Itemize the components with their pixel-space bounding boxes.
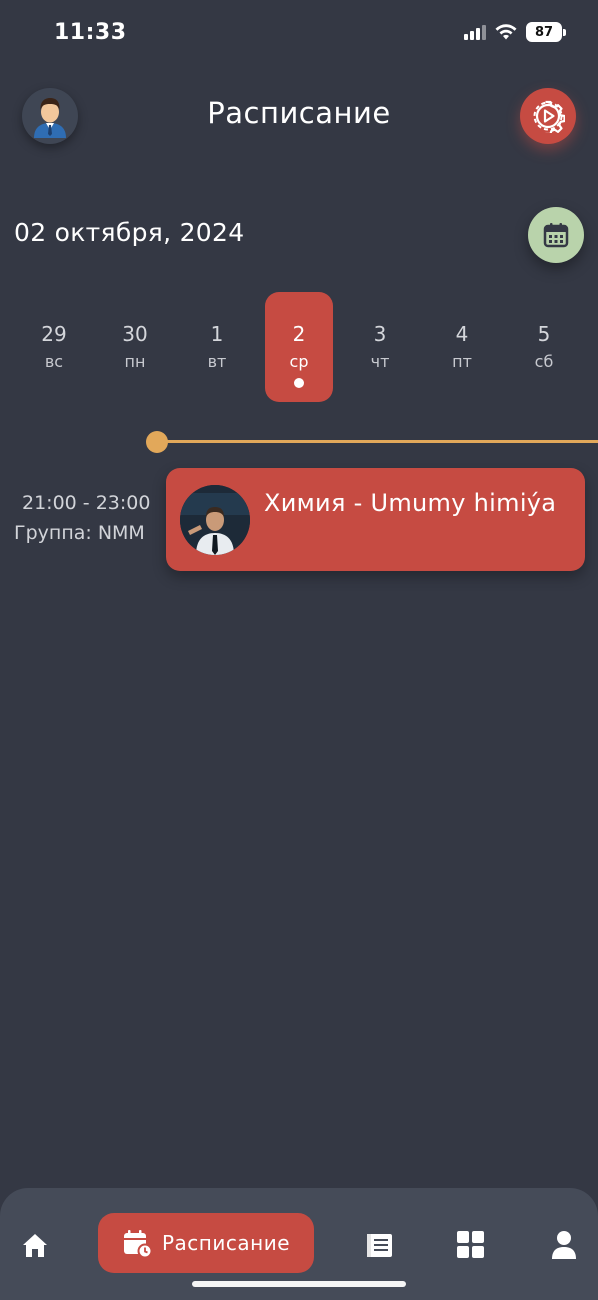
nav-journal[interactable]: [358, 1216, 400, 1274]
day-name: вс: [44, 352, 64, 371]
wifi-icon: [495, 24, 517, 40]
day-number: 1: [210, 322, 224, 346]
lesson-title: Химия - Umumy himiýa: [264, 489, 557, 517]
nav-schedule[interactable]: Расписание: [98, 1213, 314, 1273]
status-icons: 87: [464, 22, 566, 42]
day-name: пт: [452, 352, 472, 371]
day-1[interactable]: 1 вт: [183, 292, 251, 402]
day-name: ср: [289, 352, 309, 371]
schedule-icon: [123, 1230, 152, 1258]
day-number: 29: [41, 322, 67, 346]
home-indicator[interactable]: [192, 1281, 406, 1287]
day-30[interactable]: 30 пн: [101, 292, 169, 402]
day-3[interactable]: 3 чт: [346, 292, 414, 402]
day-4[interactable]: 4 пт: [428, 292, 496, 402]
nav-schedule-label: Расписание: [161, 1231, 291, 1255]
teacher-photo-image: [180, 485, 250, 555]
calendar-icon: [543, 223, 569, 248]
day-29[interactable]: 29 вс: [20, 292, 88, 402]
lesson-time: 21:00 - 23:00: [22, 492, 151, 514]
day-name: пн: [124, 352, 146, 371]
day-number: 30: [122, 322, 148, 346]
current-time-marker: [146, 431, 168, 453]
lesson-card[interactable]: Химия - Umumy himiýa: [166, 468, 585, 571]
page-title: Расписание: [207, 96, 391, 130]
day-2-selected[interactable]: 2 ср: [265, 292, 333, 402]
current-date: 02 октября, 2024: [14, 218, 245, 247]
teacher-photo: [180, 485, 250, 555]
event-dot: [294, 378, 304, 388]
settings-gear-icon: [533, 100, 565, 133]
profile-icon: [552, 1231, 576, 1259]
settings-button[interactable]: [520, 88, 576, 144]
day-name: вт: [207, 352, 227, 371]
day-number: 2: [292, 322, 306, 346]
nav-home[interactable]: [14, 1216, 56, 1274]
day-5[interactable]: 5 сб: [510, 292, 578, 402]
journal-icon: [367, 1234, 392, 1257]
home-icon: [23, 1234, 47, 1257]
current-time-line: [160, 440, 598, 443]
calendar-button[interactable]: [528, 207, 584, 263]
day-number: 3: [373, 322, 387, 346]
battery-icon: 87: [526, 22, 566, 42]
battery-level: 87: [534, 24, 554, 40]
grid-icon: [457, 1231, 484, 1258]
day-number: 4: [455, 322, 469, 346]
day-name: сб: [534, 352, 554, 371]
status-time: 11:33: [54, 20, 127, 45]
cellular-signal-icon: [464, 24, 486, 40]
nav-profile[interactable]: [543, 1216, 585, 1274]
nav-grid[interactable]: [450, 1216, 492, 1274]
day-number: 5: [537, 322, 551, 346]
lesson-group: Группа: NMM: [14, 522, 145, 544]
schedule-screen: 11:33 87 Расписание 02 октября, 2024 29 …: [0, 0, 598, 1300]
day-name: чт: [370, 352, 390, 371]
